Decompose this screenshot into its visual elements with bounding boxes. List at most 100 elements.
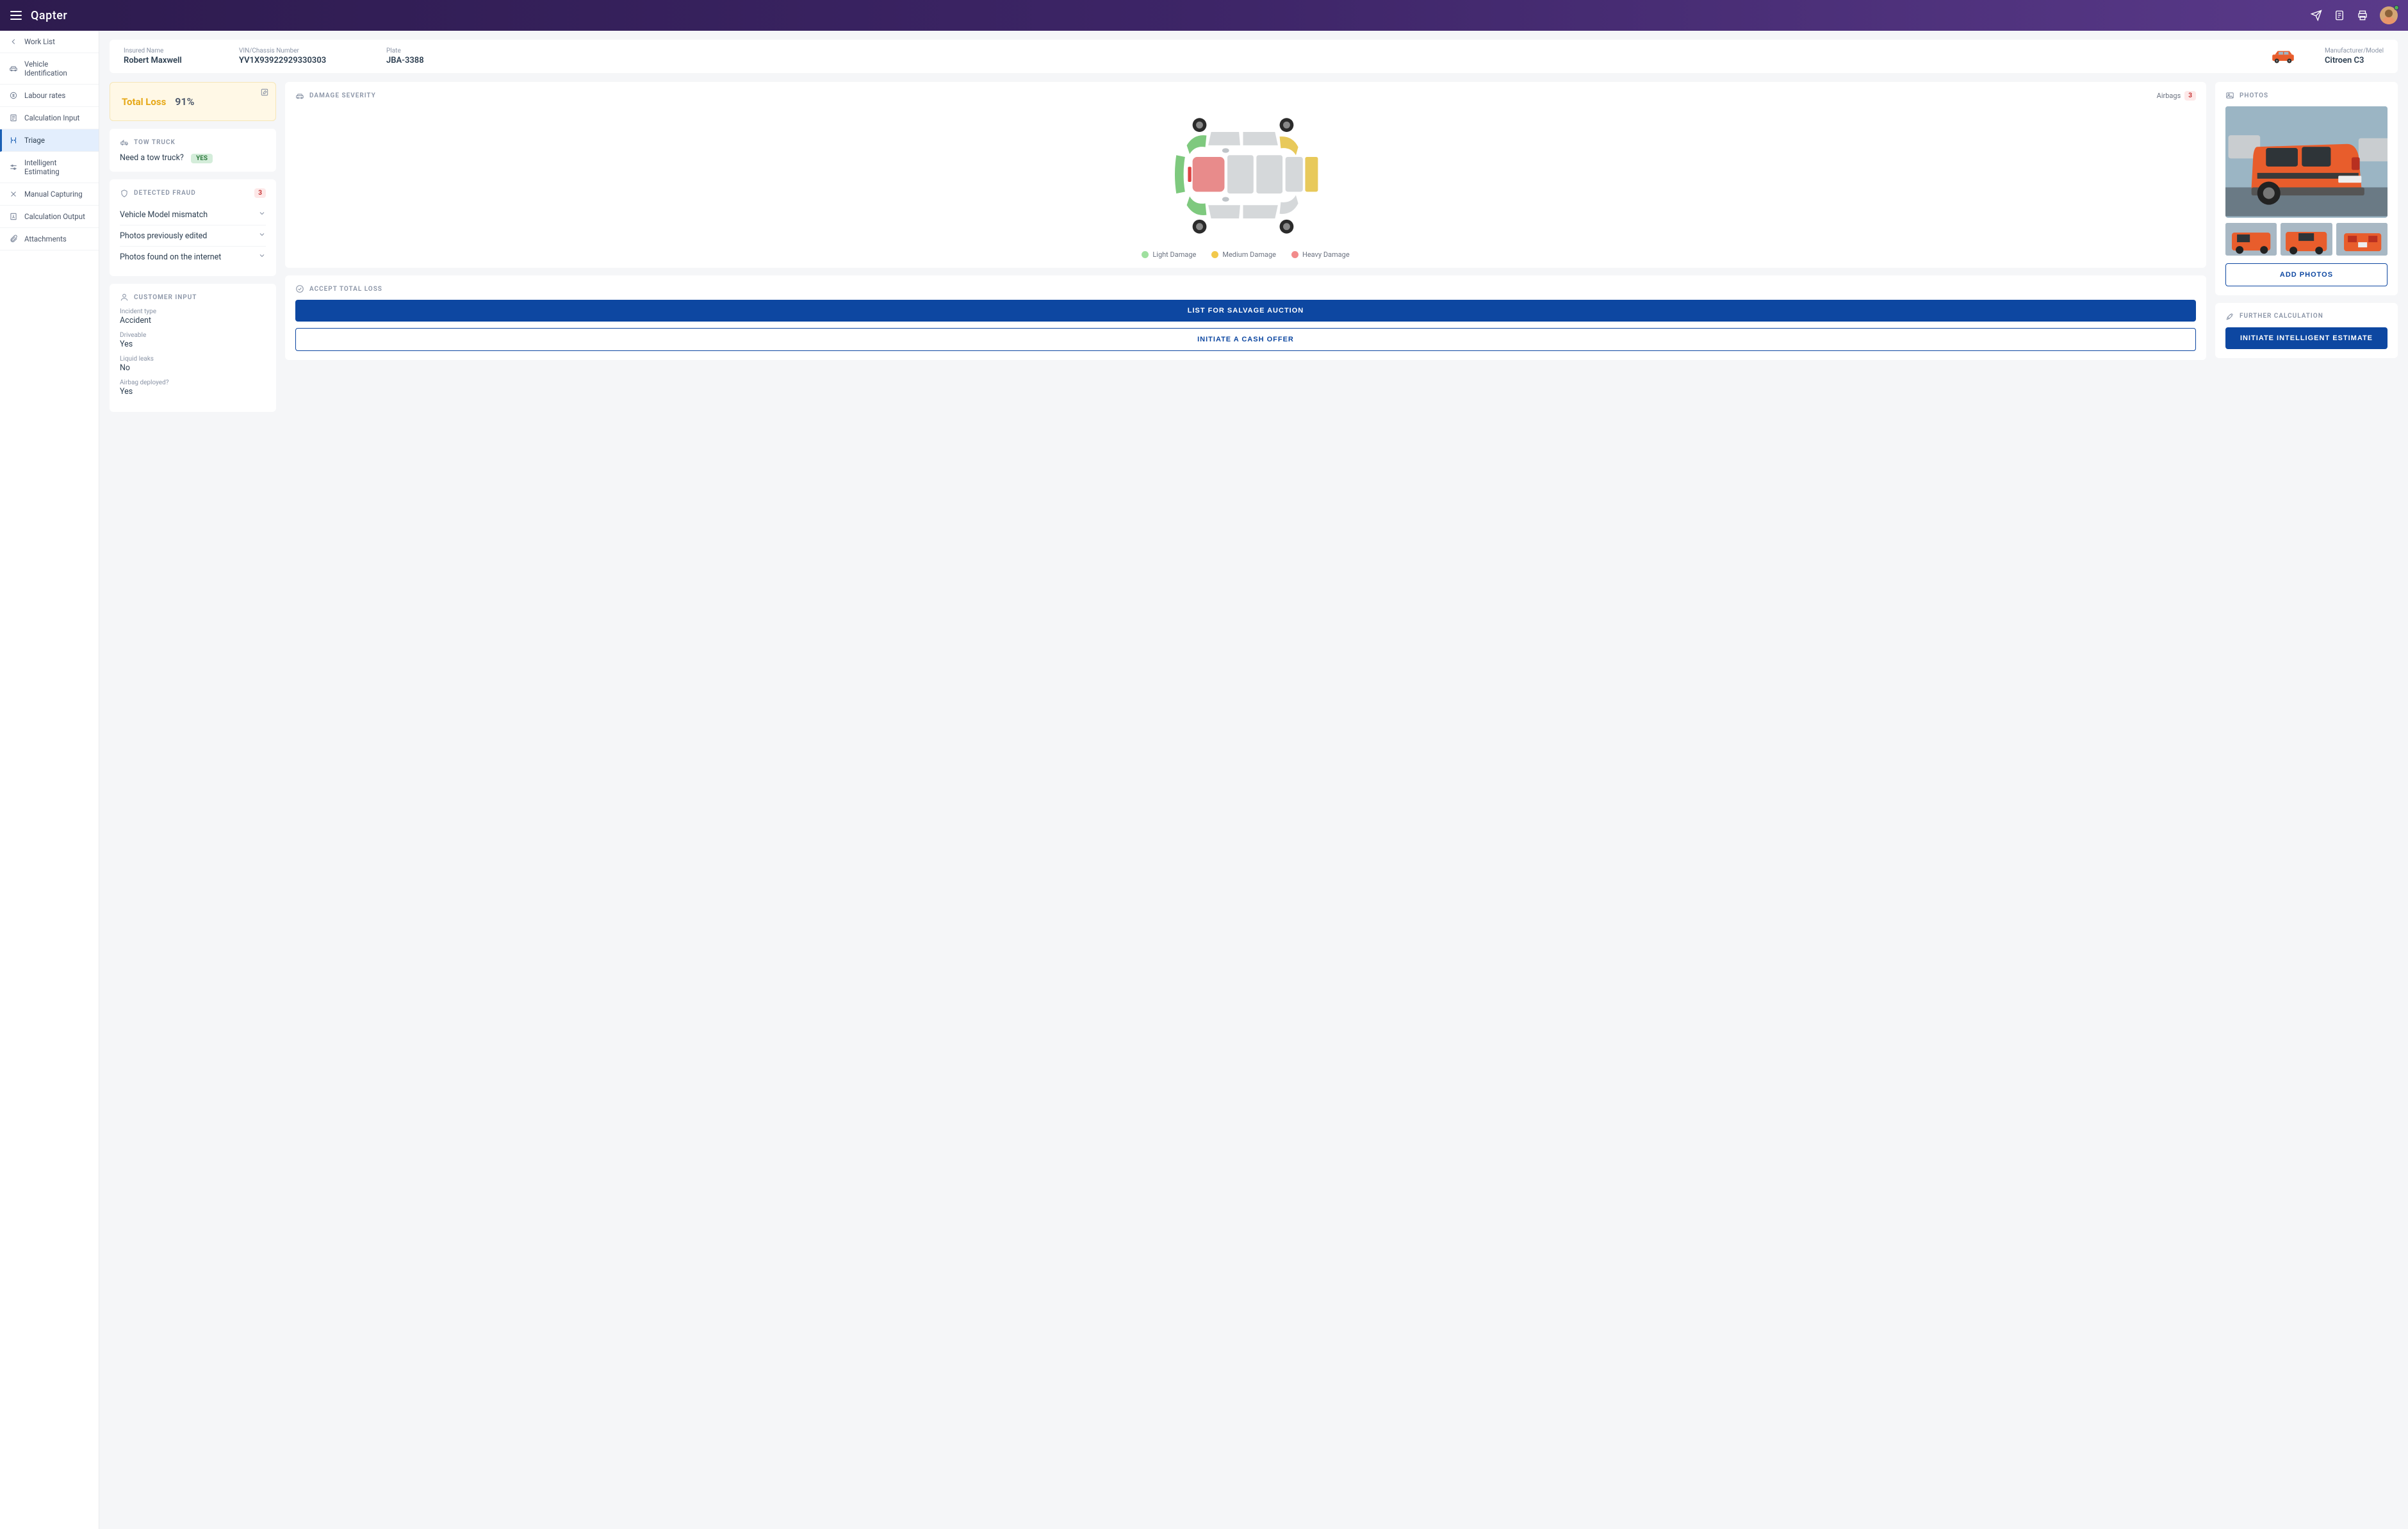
- photo-thumbnail[interactable]: [2225, 223, 2277, 255]
- chevron-down-icon: [258, 252, 266, 262]
- sidebar-item-vehicle-id[interactable]: Vehicle Identification: [0, 53, 99, 85]
- sidebar-item-labour-rates[interactable]: Labour rates: [0, 85, 99, 107]
- edit-icon[interactable]: [260, 88, 269, 99]
- mm-value: Citroen C3: [2325, 56, 2384, 65]
- ci-label: Liquid leaks: [120, 356, 266, 363]
- sidebar-item-label: Calculation Output: [24, 212, 85, 221]
- ci-value: No: [120, 363, 266, 373]
- sidebar-item-label: Calculation Input: [24, 113, 79, 122]
- plate-value: JBA-3388: [386, 56, 476, 65]
- hamburger-menu-icon[interactable]: [10, 11, 22, 20]
- shield-icon: [120, 189, 129, 198]
- model-thumbnail: [2270, 47, 2297, 65]
- sidebar-item-label: Intelligent Estimating: [24, 158, 90, 176]
- image-icon: [2225, 91, 2234, 100]
- vin-label: VIN/Chassis Number: [239, 47, 361, 54]
- damage-diagram: [295, 107, 2196, 247]
- fraud-card: DETECTED FRAUD 3 Vehicle Model mismatch …: [110, 179, 276, 276]
- airbags-count-badge: 3: [2184, 91, 2196, 101]
- topbar: Qapter: [0, 0, 2408, 31]
- sidebar-item-calc-input[interactable]: Calculation Input: [0, 107, 99, 129]
- photo-main[interactable]: [2225, 106, 2388, 218]
- damage-severity-card: DAMAGE SEVERITY Airbags 3: [285, 82, 2206, 268]
- main-content: Insured Name Robert Maxwell VIN/Chassis …: [99, 31, 2408, 1529]
- further-calculation-card: FURTHER CALCULATION INITIATE INTELLIGENT…: [2215, 303, 2398, 358]
- tools-icon: [2225, 312, 2234, 321]
- fraud-item[interactable]: Photos found on the internet: [120, 246, 266, 267]
- car-icon: [9, 64, 18, 73]
- legend-light: Light Damage: [1142, 250, 1196, 259]
- car-icon: [295, 92, 304, 101]
- document-icon: [9, 113, 18, 122]
- triage-icon: [9, 136, 18, 145]
- tow-truck-card: TOW TRUCK Need a tow truck? YES: [110, 129, 276, 172]
- list-salvage-auction-button[interactable]: LIST FOR SALVAGE AUCTION: [295, 300, 2196, 322]
- ci-label: Incident type: [120, 308, 266, 315]
- tow-title: TOW TRUCK: [134, 139, 176, 146]
- info-bar: Insured Name Robert Maxwell VIN/Chassis …: [110, 40, 2398, 73]
- total-loss-label: Total Loss: [122, 96, 166, 108]
- customer-title: CUSTOMER INPUT: [134, 294, 197, 301]
- fraud-item[interactable]: Photos previously edited: [120, 225, 266, 246]
- photos-title: PHOTOS: [2240, 92, 2268, 99]
- back-arrow-icon: [9, 37, 18, 46]
- accept-total-loss-card: ACCEPT TOTAL LOSS LIST FOR SALVAGE AUCTI…: [285, 275, 2206, 360]
- sidebar-item-label: Manual Capturing: [24, 190, 83, 199]
- customer-input-card: CUSTOMER INPUT Incident typeAccident Dri…: [110, 284, 276, 412]
- user-icon: [120, 293, 129, 302]
- photos-card: PHOTOS: [2215, 82, 2398, 295]
- fraud-title: DETECTED FRAUD: [134, 190, 196, 197]
- tools-icon: [9, 190, 18, 199]
- print-icon[interactable]: [2357, 10, 2368, 21]
- sidebar-item-triage[interactable]: Triage: [0, 129, 99, 152]
- sidebar-item-manual-capturing[interactable]: Manual Capturing: [0, 183, 99, 206]
- fraud-item[interactable]: Vehicle Model mismatch: [120, 204, 266, 225]
- initiate-cash-offer-button[interactable]: INITIATE A CASH OFFER: [295, 328, 2196, 351]
- tow-answer-badge: YES: [191, 154, 213, 163]
- airbags-label: Airbags: [2157, 92, 2181, 100]
- brand-logo: Qapter: [31, 9, 67, 22]
- sidebar-item-calc-output[interactable]: Calculation Output: [0, 206, 99, 228]
- sidebar-item-label: Labour rates: [24, 91, 65, 100]
- vin-value: YV1X93922929330303: [239, 56, 361, 65]
- insured-label: Insured Name: [124, 47, 213, 54]
- ci-label: Airbag deployed?: [120, 379, 266, 386]
- ci-label: Driveable: [120, 332, 266, 339]
- sidebar-item-label: Triage: [24, 136, 45, 145]
- chevron-down-icon: [258, 231, 266, 241]
- fraud-item-label: Vehicle Model mismatch: [120, 210, 208, 220]
- initiate-intelligent-estimate-button[interactable]: INITIATE INTELLIGENT ESTIMATE: [2225, 327, 2388, 349]
- sliders-icon: [9, 163, 18, 172]
- fraud-item-label: Photos found on the internet: [120, 252, 221, 262]
- photo-thumbnail[interactable]: [2281, 223, 2332, 255]
- sidebar-item-attachments[interactable]: Attachments: [0, 228, 99, 250]
- money-icon: [9, 91, 18, 100]
- paperclip-icon: [9, 234, 18, 243]
- sidebar-item-intelligent-est[interactable]: Intelligent Estimating: [0, 152, 99, 183]
- add-photos-button[interactable]: ADD PHOTOS: [2225, 263, 2388, 286]
- fraud-count-badge: 3: [254, 188, 266, 198]
- tow-truck-icon: [120, 138, 129, 147]
- output-icon: [9, 212, 18, 221]
- fraud-item-label: Photos previously edited: [120, 231, 207, 241]
- sidebar-item-work-list[interactable]: Work List: [0, 31, 99, 53]
- tow-question: Need a tow truck?: [120, 153, 184, 163]
- photo-thumbnail[interactable]: [2336, 223, 2388, 255]
- accept-title: ACCEPT TOTAL LOSS: [309, 286, 382, 293]
- sidebar-item-label: Vehicle Identification: [24, 60, 90, 78]
- total-loss-card: Total Loss 91%: [110, 82, 276, 121]
- user-avatar[interactable]: [2380, 6, 2398, 24]
- chevron-down-icon: [258, 209, 266, 220]
- total-loss-value: 91%: [175, 95, 194, 108]
- ci-value: Accident: [120, 316, 266, 325]
- check-circle-icon: [295, 284, 304, 293]
- mm-label: Manufacturer/Model: [2325, 47, 2384, 54]
- sidebar-item-label: Work List: [24, 37, 55, 46]
- sidebar-item-label: Attachments: [24, 234, 67, 243]
- plate-label: Plate: [386, 47, 476, 54]
- ci-value: Yes: [120, 387, 266, 397]
- document-icon[interactable]: [2334, 10, 2345, 21]
- send-icon[interactable]: [2311, 10, 2322, 21]
- damage-title: DAMAGE SEVERITY: [309, 92, 376, 99]
- insured-value: Robert Maxwell: [124, 56, 213, 65]
